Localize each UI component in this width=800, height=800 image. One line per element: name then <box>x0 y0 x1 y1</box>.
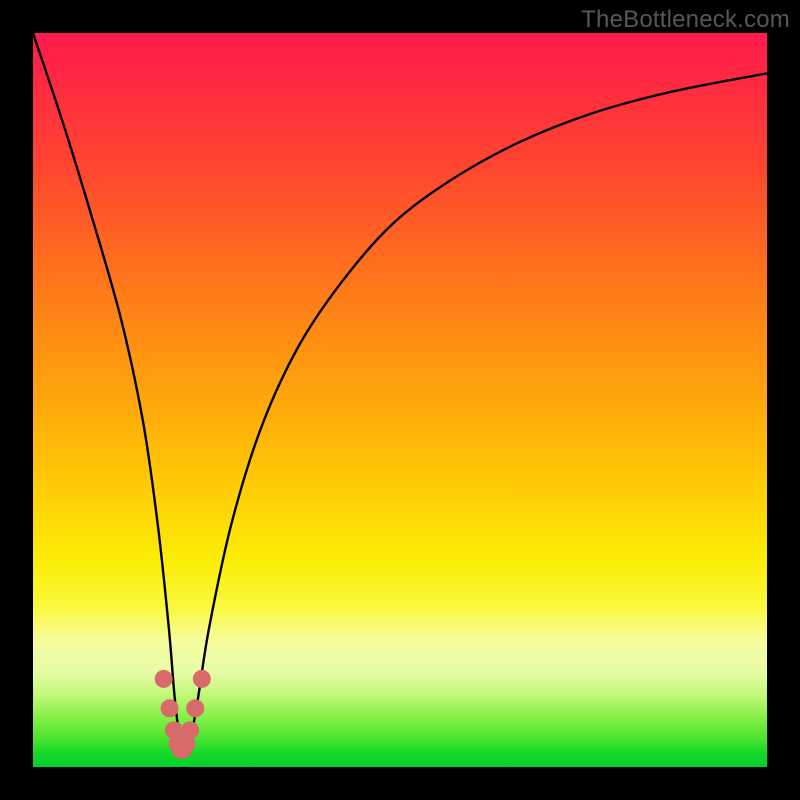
minimum-marker <box>161 699 179 717</box>
chart-plot-area <box>33 33 767 767</box>
minimum-marker <box>186 699 204 717</box>
minimum-marker <box>181 721 199 739</box>
chart-frame: TheBottleneck.com <box>0 0 800 800</box>
watermark-text: TheBottleneck.com <box>581 6 790 34</box>
minimum-marker <box>155 670 173 688</box>
chart-svg <box>33 33 767 767</box>
bottleneck-curve <box>33 33 767 752</box>
minimum-markers <box>155 670 211 758</box>
minimum-marker <box>193 670 211 688</box>
